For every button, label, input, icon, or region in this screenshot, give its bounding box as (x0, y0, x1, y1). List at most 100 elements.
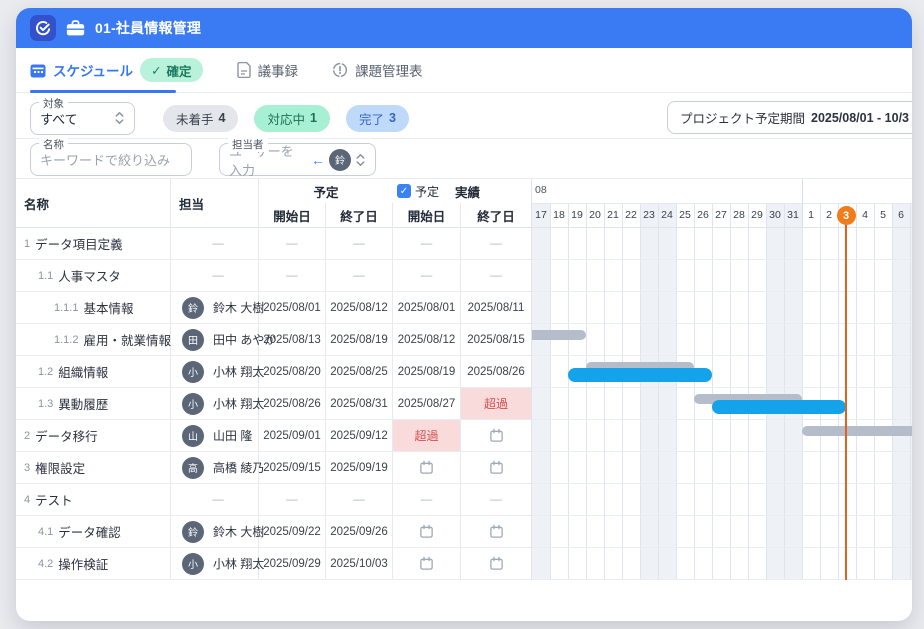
table-row[interactable]: 4テスト————— (16, 484, 531, 516)
status-chip-count: 4 (219, 111, 226, 125)
table-row[interactable]: 2データ移行山山田 隆2025/09/012025/09/12超過 (16, 420, 531, 452)
calendar-picker-icon[interactable] (419, 460, 434, 475)
assignee-filter-avatar[interactable]: 鈴 (329, 149, 351, 171)
table-row[interactable]: 1.3異動履歴小小林 翔太2025/08/262025/08/312025/08… (16, 388, 531, 420)
gantt-bar-actual[interactable] (568, 368, 712, 382)
table-row[interactable]: 1.1.1基本情報鈴鈴木 大樹2025/08/012025/08/122025/… (16, 292, 531, 324)
task-number: 1 (24, 238, 30, 250)
cell-planned-end: 2025/09/12 (326, 420, 393, 451)
day-label: 22 (622, 203, 640, 227)
empty-dash: — (353, 270, 365, 282)
calendar-picker-icon[interactable] (419, 556, 434, 571)
name-filter-placeholder: キーワードで絞り込み (40, 150, 170, 169)
gantt-bar-actual[interactable] (712, 400, 846, 414)
tab-schedule[interactable]: スケジュール ✓確定 (30, 58, 203, 82)
assignee-avatar: 小 (182, 553, 204, 575)
chevron-updown-icon (114, 111, 125, 125)
table-row[interactable]: 4.1データ確認鈴鈴木 大樹2025/09/222025/09/26 (16, 516, 531, 548)
status-chip-完了[interactable]: 完了3 (346, 105, 409, 132)
tab-issues[interactable]: 課題管理表 (332, 60, 423, 80)
day-label: 21 (604, 203, 622, 227)
day-label: 29 (748, 203, 766, 227)
status-chip-未着手[interactable]: 未着手4 (163, 105, 238, 132)
calendar-picker-icon[interactable] (489, 556, 504, 571)
status-chip-count: 1 (310, 111, 317, 125)
cell-actual-end (461, 516, 531, 547)
cell-planned-end: — (326, 228, 393, 259)
cell-actual-end (461, 452, 531, 483)
table-row[interactable]: 1.2組織情報小小林 翔太2025/08/202025/08/252025/08… (16, 356, 531, 388)
day-label: 24 (658, 203, 676, 227)
target-select[interactable]: 対象 すべて (30, 102, 135, 135)
target-label: 対象 (39, 96, 68, 111)
tab-minutes[interactable]: 議事録 (237, 60, 299, 80)
assignee-name: 高橋 綾乃 (213, 459, 264, 476)
confirmed-badge[interactable]: ✓確定 (140, 58, 203, 82)
gantt-row-line (532, 323, 912, 324)
empty-dash: — (490, 494, 502, 506)
empty-dash: — (212, 238, 224, 250)
status-chip-対応中[interactable]: 対応中 1 (254, 105, 329, 132)
filter-row-status: 対象 すべて 未着手4対応中1完了3 プロジェクト予定期間 2025/08/01… (16, 93, 912, 139)
planned-overlay-checkbox[interactable]: ✓ (397, 184, 411, 198)
day-label: 19 (568, 203, 586, 227)
cell-planned-end: 2025/08/31 (326, 388, 393, 419)
task-title: 人事マスタ (58, 266, 121, 285)
cell-planned-start: — (259, 484, 326, 515)
cell-actual-end (461, 420, 531, 451)
assignee-avatar: 山 (182, 425, 204, 447)
gantt-chart: 08171819202122232425262728293031124563 (531, 179, 912, 580)
name-filter-input[interactable]: 名称 キーワードで絞り込み (30, 143, 192, 176)
cell-planned-start: 2025/08/26 (259, 388, 326, 419)
calendar-picker-icon[interactable] (489, 428, 504, 443)
calendar-icon (30, 63, 46, 78)
cell-actual-start: — (393, 260, 461, 291)
task-number: 4.2 (38, 558, 53, 570)
day-label: 20 (586, 203, 604, 227)
assignee-avatar: 鈴 (182, 521, 204, 543)
overdue-badge: 超過 (393, 420, 460, 451)
actual-group-label: 実績 (455, 182, 480, 201)
day-label: 31 (784, 203, 802, 227)
calendar-picker-icon[interactable] (489, 460, 504, 475)
table-row[interactable]: 1データ項目定義————— (16, 228, 531, 260)
cell-actual-start: 2025/08/19 (393, 356, 461, 387)
day-label: 5 (874, 203, 892, 227)
cell-actual-end: 2025/08/11 (461, 292, 531, 323)
task-title: 異動履歴 (58, 394, 108, 413)
gantt-row-line (532, 419, 912, 420)
day-label: 1 (802, 203, 820, 227)
assignee-filter-input[interactable]: 担当者 ユーザーを入力 ← 鈴 (219, 143, 376, 176)
calendar-picker-icon[interactable] (489, 524, 504, 539)
cell-task-name: 1.1.1基本情報 (16, 292, 171, 323)
status-chip-label: 対応中 (267, 109, 305, 128)
arrow-left-icon: ← (311, 152, 325, 168)
table-row[interactable]: 1.1人事マスタ————— (16, 260, 531, 292)
project-period-value: 2025/08/01 - 10/3 (811, 111, 909, 125)
briefcase-icon (66, 20, 85, 37)
table-row[interactable]: 1.1.2雇用・就業情報田田中 あやか2025/08/132025/08/192… (16, 324, 531, 356)
assignee-name: 鈴木 大樹 (213, 299, 264, 316)
cell-task-name: 1.1人事マスタ (16, 260, 171, 291)
status-chip-count: 3 (389, 111, 396, 125)
cell-assignee: — (171, 228, 259, 259)
app-logo[interactable] (30, 15, 56, 41)
gantt-bar-planned[interactable] (532, 330, 586, 340)
table-row[interactable]: 3権限設定高高橋 綾乃2025/09/152025/09/19 (16, 452, 531, 484)
empty-dash: — (286, 270, 298, 282)
cell-actual-start: — (393, 484, 461, 515)
project-title: 01-社員情報管理 (95, 18, 201, 38)
gantt-bar-planned[interactable] (802, 426, 912, 436)
day-label: 23 (640, 203, 658, 227)
day-label: 18 (550, 203, 568, 227)
assignee-filter-label: 担当者 (228, 137, 268, 152)
tab-issues-label: 課題管理表 (355, 60, 423, 80)
calendar-picker-icon[interactable] (419, 524, 434, 539)
day-label: 26 (694, 203, 712, 227)
task-title: データ移行 (35, 426, 98, 445)
table-row[interactable]: 4.2操作検証小小林 翔太2025/09/292025/10/03 (16, 548, 531, 580)
today-marker[interactable]: 3 (837, 206, 856, 225)
cell-actual-start: 超過 (393, 420, 461, 451)
cell-assignee: 小小林 翔太 (171, 356, 259, 387)
assignee-name: 小林 翔太 (213, 555, 264, 572)
